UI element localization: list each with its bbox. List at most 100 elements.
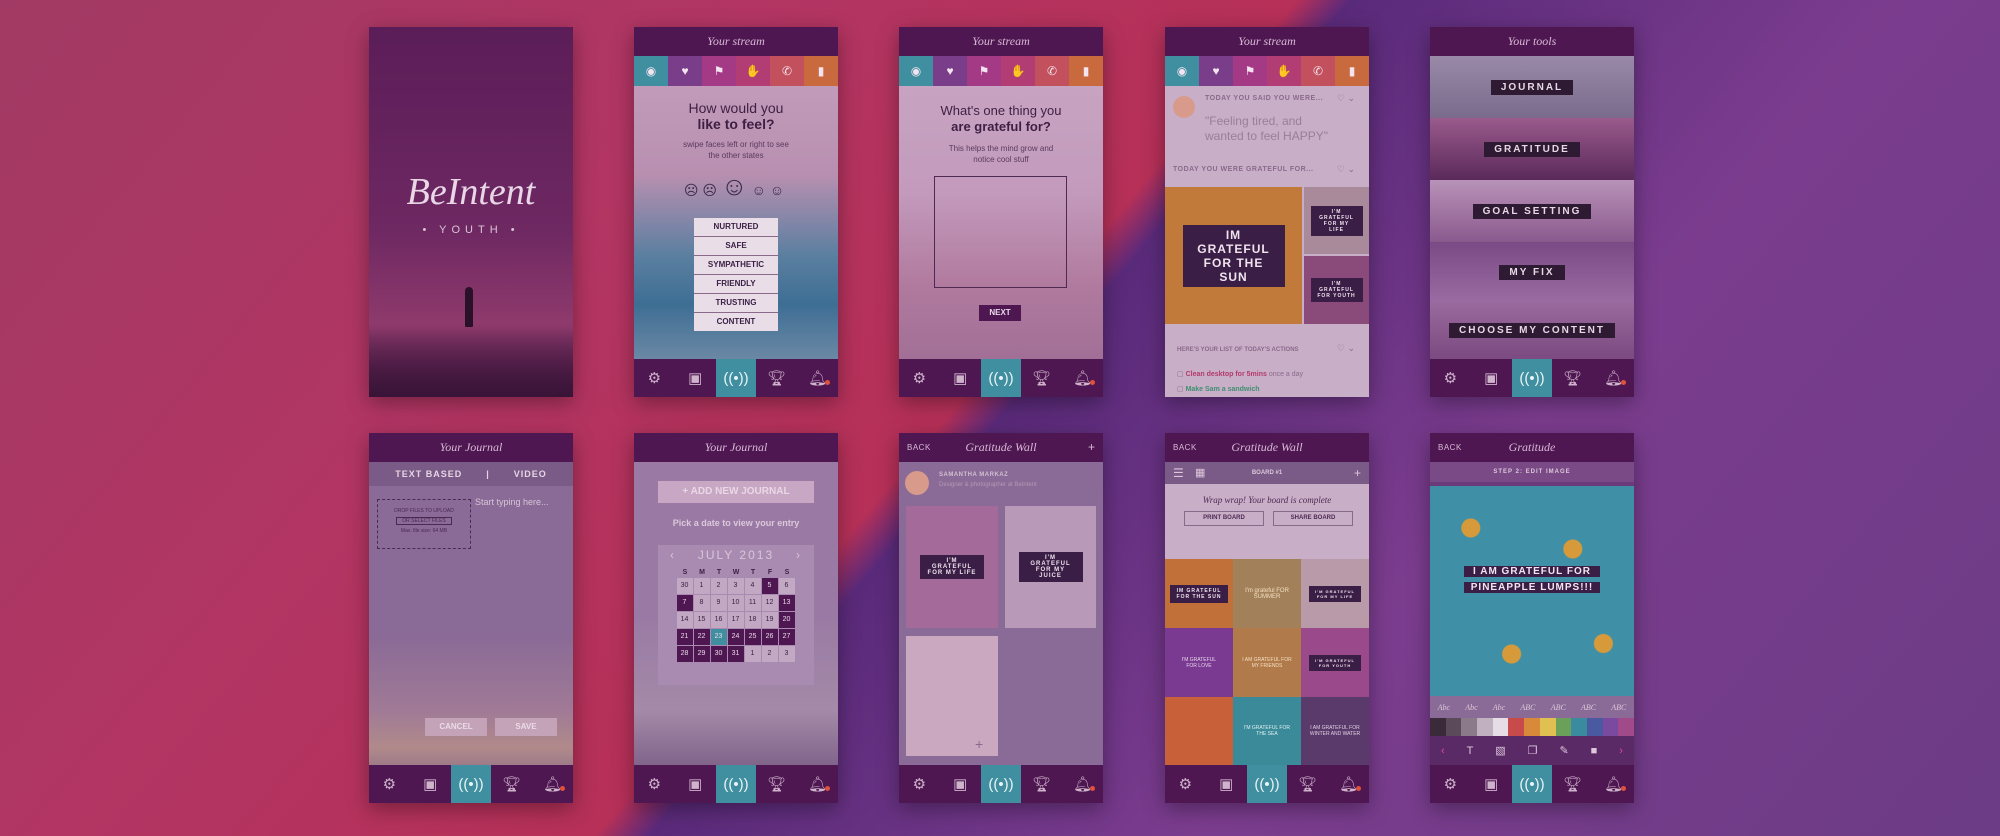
- nav-stream[interactable]: ((•)): [980, 359, 1022, 397]
- tool-gratitude[interactable]: GRATITUDE: [1430, 118, 1634, 180]
- nav-goals[interactable]: 🏆︎: [1021, 359, 1062, 397]
- board-cell[interactable]: I AM GRATEFUL FOR WINTER AND WATER: [1301, 697, 1369, 765]
- tab-head[interactable]: ◉: [899, 56, 933, 86]
- tab-flag[interactable]: ⚑: [702, 56, 736, 86]
- feeling-option[interactable]: SAFE: [694, 237, 778, 256]
- nav-stream[interactable]: ((•)): [715, 765, 757, 803]
- nav-settings[interactable]: ⚙: [369, 765, 410, 803]
- calendar-day[interactable]: 1: [744, 646, 761, 662]
- layers-tool-icon[interactable]: ❐: [1528, 744, 1538, 757]
- add-board-icon[interactable]: +: [1354, 462, 1361, 484]
- print-board-button[interactable]: PRINT BOARD: [1184, 511, 1264, 526]
- add-journal-button[interactable]: + ADD NEW JOURNAL: [658, 481, 814, 503]
- calendar-day[interactable]: 26: [761, 629, 778, 645]
- nav-goals[interactable]: 🏆︎: [1021, 765, 1062, 803]
- color-swatch[interactable]: [1492, 718, 1509, 736]
- tab-text-based[interactable]: TEXT BASED: [395, 469, 462, 479]
- nav-goals[interactable]: 🏆︎: [491, 765, 532, 803]
- face-icon[interactable]: ☹: [702, 182, 721, 198]
- font-option[interactable]: ABC: [1520, 703, 1535, 712]
- board-cell[interactable]: I'M GRATEFUL FOR THE SEA: [1233, 697, 1301, 765]
- tab-heart[interactable]: ♥: [1199, 56, 1233, 86]
- calendar-day[interactable]: 3: [778, 646, 795, 662]
- board-cell[interactable]: I'm grateful FOR SUMMER: [1233, 559, 1301, 628]
- font-option[interactable]: ABC: [1581, 703, 1596, 712]
- board-cell[interactable]: I'M GRATEFUL FOR MY LIFE: [1301, 559, 1369, 628]
- tab-bookmark[interactable]: ▮: [1335, 56, 1369, 86]
- tab-video[interactable]: VIDEO: [514, 469, 547, 479]
- chevron-left-icon[interactable]: ‹: [1441, 745, 1445, 757]
- back-button[interactable]: BACK: [1173, 433, 1197, 462]
- font-option[interactable]: ABC: [1611, 703, 1626, 712]
- calendar-day[interactable]: 29: [693, 646, 710, 662]
- image-tool-icon[interactable]: ▧: [1495, 744, 1505, 757]
- face-icon[interactable]: ☹: [684, 182, 703, 198]
- calendar-day[interactable]: 31: [727, 646, 744, 662]
- chevron-right-icon[interactable]: ›: [796, 545, 802, 565]
- nav-settings[interactable]: ⚙: [899, 359, 940, 397]
- color-swatch[interactable]: [1508, 718, 1525, 736]
- edit-canvas[interactable]: I AM GRATEFUL FOR PINEAPPLE LUMPS!!!: [1430, 486, 1634, 696]
- tab-flag[interactable]: ⚑: [967, 56, 1001, 86]
- calendar-day[interactable]: 9: [710, 595, 727, 611]
- add-card-icon[interactable]: +: [975, 736, 983, 752]
- heart-icon[interactable]: ♡ ⌄: [1337, 93, 1355, 104]
- font-option[interactable]: Abc: [1465, 703, 1477, 712]
- nav-settings[interactable]: ⚙: [899, 765, 940, 803]
- feeling-option[interactable]: FRIENDLY: [694, 275, 778, 294]
- nav-settings[interactable]: ⚙: [1165, 765, 1206, 803]
- color-tool-icon[interactable]: ■: [1591, 745, 1598, 757]
- calendar-day[interactable]: 12: [761, 595, 778, 611]
- board-cell[interactable]: IM GRATEFUL FOR THE SUN: [1165, 559, 1233, 628]
- board-cell[interactable]: [1165, 697, 1233, 765]
- chevron-right-icon[interactable]: ›: [1619, 745, 1623, 757]
- add-button[interactable]: +: [1088, 433, 1095, 462]
- feeling-option[interactable]: CONTENT: [694, 313, 778, 331]
- color-swatch[interactable]: [1461, 718, 1478, 736]
- select-files-button[interactable]: OR SELECT FILES: [396, 517, 452, 525]
- nav-tools[interactable]: ▣: [675, 765, 716, 803]
- calendar-day[interactable]: 19: [761, 612, 778, 628]
- nav-settings[interactable]: ⚙: [634, 359, 675, 397]
- nav-stream[interactable]: ((•)): [1246, 765, 1288, 803]
- calendar-day[interactable]: 17: [727, 612, 744, 628]
- feeling-option[interactable]: SYMPATHETIC: [694, 256, 778, 275]
- nav-stream[interactable]: ((•)): [980, 765, 1022, 803]
- calendar-day[interactable]: 24: [727, 629, 744, 645]
- color-swatch[interactable]: [1524, 718, 1540, 736]
- action-item[interactable]: ▢ Clean desktop for 5mins once a day: [1177, 370, 1303, 378]
- face-icon[interactable]: ☺: [752, 182, 770, 198]
- color-swatch[interactable]: [1586, 718, 1603, 736]
- calendar-day[interactable]: 4: [744, 578, 761, 594]
- calendar-day[interactable]: 25: [744, 629, 761, 645]
- tab-head[interactable]: ◉: [634, 56, 668, 86]
- font-option[interactable]: Abc: [1493, 703, 1505, 712]
- tab-head[interactable]: ◉: [1165, 56, 1199, 86]
- cancel-button[interactable]: CANCEL: [425, 718, 487, 736]
- share-board-button[interactable]: SHARE BOARD: [1273, 511, 1353, 526]
- font-option[interactable]: Abc: [1438, 703, 1450, 712]
- journal-text-input[interactable]: Start typing here...: [475, 497, 549, 507]
- nav-settings[interactable]: ⚙: [634, 765, 675, 803]
- gratitude-card[interactable]: I'M GRATEFUL FOR MY LIFE: [906, 506, 998, 628]
- calendar-day[interactable]: 10: [727, 595, 744, 611]
- tab-heart[interactable]: ♥: [668, 56, 702, 86]
- nav-notifications[interactable]: 🔔︎: [797, 765, 838, 803]
- nav-tools[interactable]: ▣: [940, 359, 981, 397]
- tool-choose-content[interactable]: CHOOSE MY CONTENT: [1430, 302, 1634, 359]
- tab-hand[interactable]: ✋: [1001, 56, 1035, 86]
- heart-icon[interactable]: ♡ ⌄: [1337, 343, 1355, 354]
- face-icon[interactable]: ☺: [770, 182, 788, 198]
- calendar-day[interactable]: 8: [693, 595, 710, 611]
- nav-goals[interactable]: 🏆︎: [756, 765, 797, 803]
- board-cell[interactable]: I'M GRATEFUL FOR YOUTH: [1301, 628, 1369, 697]
- tab-phone[interactable]: ✆: [770, 56, 804, 86]
- nav-goals[interactable]: 🏆︎: [1552, 765, 1593, 803]
- pencil-tool-icon[interactable]: ✎: [1559, 744, 1568, 757]
- tab-heart[interactable]: ♥: [933, 56, 967, 86]
- calendar-day[interactable]: 18: [744, 612, 761, 628]
- calendar-day[interactable]: 15: [693, 612, 710, 628]
- nav-tools[interactable]: ▣: [410, 765, 451, 803]
- next-button[interactable]: NEXT: [979, 305, 1021, 321]
- tab-phone[interactable]: ✆: [1035, 56, 1069, 86]
